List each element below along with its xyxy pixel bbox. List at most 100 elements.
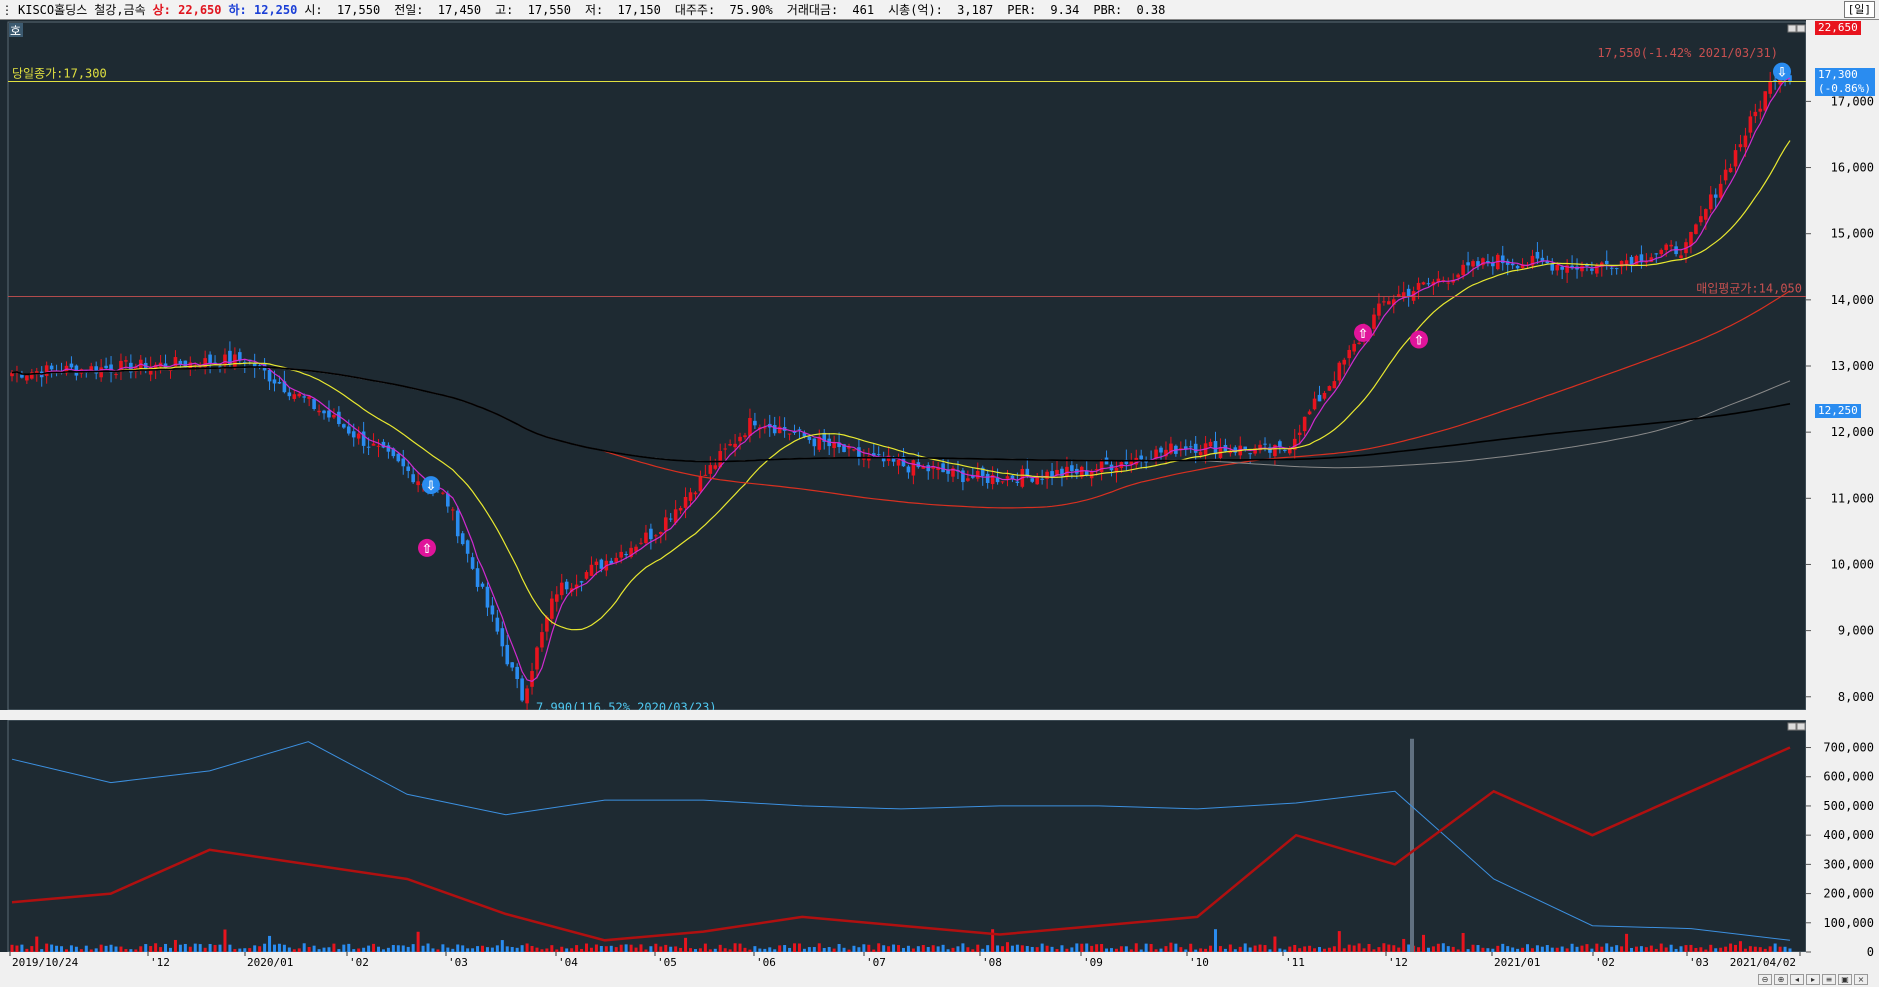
- volume-bar: [481, 945, 485, 952]
- volume-bar: [1189, 943, 1193, 952]
- volume-bar: [837, 944, 841, 952]
- volume-bar: [1422, 934, 1426, 952]
- volume-bar: [689, 948, 693, 952]
- scroll-right-icon[interactable]: ▸: [1806, 974, 1820, 985]
- close-icon[interactable]: ×: [1854, 974, 1868, 985]
- volume-bar: [178, 944, 182, 952]
- candle-body: [1535, 251, 1540, 259]
- open-price: 시: 17,550: [304, 1, 387, 18]
- volume-bar: [193, 943, 197, 952]
- x-tick-label: '02: [1595, 956, 1615, 969]
- volume-bar: [173, 939, 177, 952]
- volume-tick-label: 300,000: [1823, 857, 1874, 871]
- candle-body: [1669, 244, 1673, 247]
- volume-bar: [1303, 946, 1307, 952]
- volume-bar: [342, 944, 346, 952]
- volume-bar: [337, 949, 341, 952]
- volume-bar: [575, 945, 579, 952]
- open-label: 시:: [304, 3, 323, 17]
- menu-icon[interactable]: ⋮: [0, 3, 14, 17]
- volume-bar: [1337, 931, 1341, 952]
- candle-body: [554, 594, 559, 602]
- today-close-label: 당일종가:17,300: [12, 67, 107, 81]
- volume-bar: [1015, 944, 1019, 952]
- volume-bar: [1441, 943, 1445, 952]
- major-holder-label: 대주주:: [674, 3, 716, 17]
- candle-body: [550, 598, 554, 619]
- candle-body: [450, 509, 455, 511]
- volume-bar: [1293, 944, 1297, 952]
- candle-body: [678, 507, 683, 511]
- volume-bar: [1714, 948, 1718, 952]
- volume-bar: [1075, 943, 1079, 952]
- volume-bar: [867, 944, 871, 952]
- candle-body: [1307, 411, 1312, 415]
- volume-tick-label: 600,000: [1823, 770, 1874, 784]
- scroll-bar[interactable]: ⊖ ⊕ ◂ ▸ ≡ ▣ ×: [0, 973, 1879, 987]
- volume-bar: [84, 945, 88, 952]
- volume-bar: [25, 948, 29, 952]
- volume-bar: [1164, 946, 1168, 952]
- volume-bar: [401, 945, 405, 952]
- volume-bar: [228, 944, 232, 952]
- volume-bar: [332, 943, 336, 952]
- zoom-out-icon[interactable]: ⊖: [1758, 974, 1772, 985]
- volume-bar: [1659, 943, 1663, 952]
- volume-bar: [317, 949, 321, 952]
- volume-bar: [1654, 948, 1658, 952]
- candle-body: [361, 431, 366, 446]
- candle-body: [1515, 265, 1520, 269]
- candle-body: [966, 478, 970, 481]
- scroll-left-icon[interactable]: ◂: [1790, 974, 1804, 985]
- volume-bar: [1679, 946, 1683, 952]
- candle-body: [663, 517, 668, 531]
- candle-body: [69, 363, 74, 368]
- stock-chart[interactable]: 당일종가:17,300 매입평균가:14,050 17,550(-1.42% 202…: [0, 20, 1879, 973]
- volume-bar: [1273, 936, 1277, 952]
- volume-bar: [733, 943, 737, 952]
- candle-body: [342, 424, 346, 428]
- volume-bar: [619, 944, 623, 952]
- low-value: 17,150: [617, 3, 661, 17]
- volume-bar: [1322, 948, 1326, 952]
- candle-body: [1421, 282, 1426, 285]
- volume-bar: [1080, 943, 1084, 952]
- zoom-in-icon[interactable]: ⊕: [1774, 974, 1788, 985]
- candle-body: [1738, 144, 1743, 148]
- volume-bar: [872, 949, 876, 952]
- panel-icon[interactable]: ▣: [1838, 974, 1852, 985]
- volume-bar: [1283, 949, 1287, 952]
- stock-name[interactable]: KISCO홀딩스: [18, 1, 87, 18]
- volume-bar: [1050, 946, 1054, 952]
- candle-body: [505, 644, 510, 665]
- price-panel[interactable]: 당일종가:17,300 매입평균가:14,050 17,550(-1.42% 202…: [7, 21, 1807, 714]
- candle-body: [1377, 303, 1381, 316]
- volume-bar: [1114, 948, 1118, 952]
- candle-body: [1159, 447, 1163, 453]
- volume-bar: [282, 944, 286, 952]
- period-select-button[interactable]: [일]: [1843, 1, 1875, 18]
- x-tick-label: '06: [756, 956, 776, 969]
- candle-body: [857, 447, 861, 459]
- volume-panel[interactable]: [7, 719, 1807, 953]
- settings-icon[interactable]: ≡: [1822, 974, 1836, 985]
- volume-bar: [1466, 949, 1470, 952]
- candle-body: [411, 474, 415, 483]
- market-cap-label: 시총(억):: [888, 3, 943, 17]
- upper-limit-value: 22,650: [178, 3, 222, 17]
- candle-body: [1099, 460, 1104, 473]
- candle-body: [1758, 108, 1763, 112]
- panel-minimize-icon: [1787, 722, 1797, 731]
- volume-bar: [1010, 945, 1014, 952]
- lower-limit-value: 12,250: [254, 3, 298, 17]
- candle-body: [401, 458, 406, 467]
- volume-bar: [738, 943, 742, 952]
- volume-bar: [99, 944, 103, 952]
- volume-bar: [168, 947, 172, 952]
- volume-bar: [1486, 948, 1490, 952]
- candle-body: [753, 420, 757, 426]
- volume-bar: [1204, 948, 1208, 952]
- candle-body: [862, 458, 866, 460]
- volume-bar: [1555, 947, 1559, 952]
- volume-bar: [297, 948, 301, 952]
